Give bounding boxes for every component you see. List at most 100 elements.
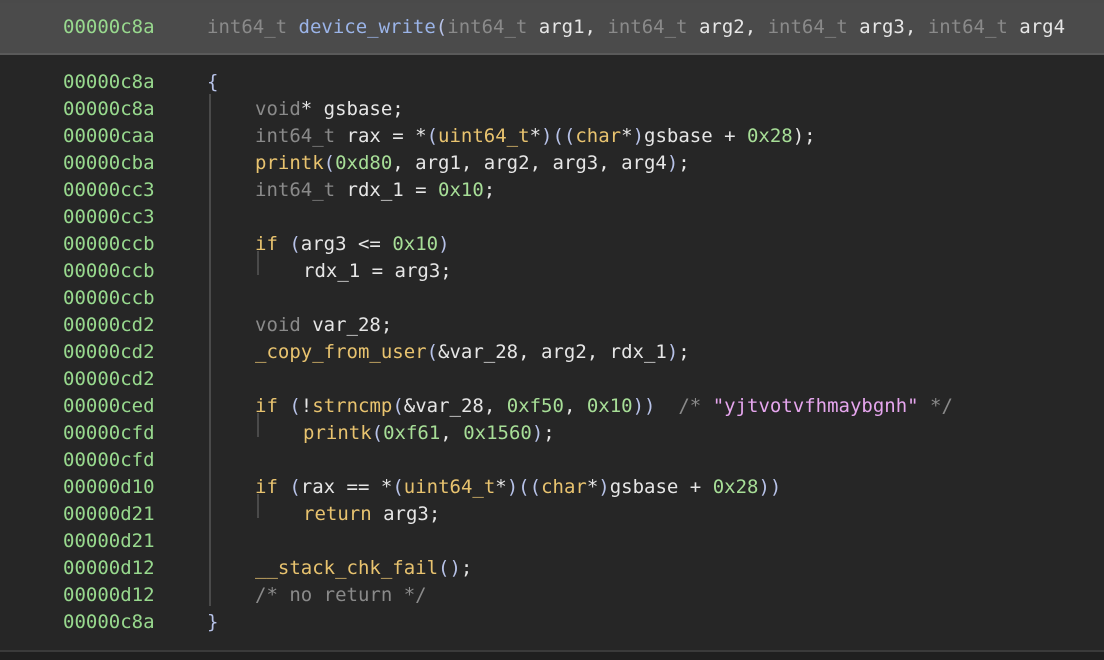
- code-token-punc[interactable]: )((: [507, 476, 541, 498]
- code-token-plain[interactable]: ,: [745, 16, 768, 38]
- code-line[interactable]: 00000d12 __stack_chk_fail();: [0, 555, 1104, 582]
- code-token-plain[interactable]: ,: [905, 16, 928, 38]
- code-line[interactable]: 00000ccb rdx_1 = arg3;: [0, 258, 1104, 285]
- code-token-num[interactable]: 0x1560: [463, 422, 532, 444]
- code-token-num[interactable]: 0x10: [438, 179, 484, 201]
- code-token-plain[interactable]: ,: [440, 422, 463, 444]
- code-line[interactable]: 00000cc3 int64_t rdx_1 = 0x10;: [0, 177, 1104, 204]
- code-token-plain[interactable]: );: [793, 125, 816, 147]
- code-line[interactable]: 00000c8a}: [0, 609, 1104, 636]
- code-token-plain[interactable]: ,: [564, 395, 587, 417]
- line-address[interactable]: 00000cd2: [63, 339, 155, 366]
- line-address[interactable]: 00000d21: [63, 528, 155, 555]
- code-token-plain[interactable]: ,: [585, 16, 608, 38]
- code-line[interactable]: 00000ccb if (arg3 <= 0x10): [0, 231, 1104, 258]
- header-address[interactable]: 00000c8a: [63, 16, 155, 38]
- line-code[interactable]: void* gsbase;: [255, 96, 404, 123]
- code-token-kw[interactable]: char: [575, 125, 621, 147]
- code-token-kw[interactable]: uint64_t: [438, 125, 530, 147]
- code-token-punc[interactable]: )): [633, 395, 656, 417]
- line-address[interactable]: 00000d10: [63, 474, 155, 501]
- code-token-plain[interactable]: ;: [461, 557, 472, 579]
- line-address[interactable]: 00000d12: [63, 555, 155, 582]
- code-token-plain[interactable]: !: [301, 395, 312, 417]
- code-token-punc[interactable]: )): [758, 476, 781, 498]
- code-token-plain[interactable]: arg3;: [372, 503, 440, 525]
- code-token-plain[interactable]: *: [495, 476, 506, 498]
- code-token-punc[interactable]: ): [667, 152, 678, 174]
- code-token-type[interactable]: int64_t: [607, 16, 699, 38]
- code-token-punc[interactable]: ): [438, 233, 449, 255]
- line-code[interactable]: }: [207, 609, 218, 636]
- code-line[interactable]: 00000ccb: [0, 285, 1104, 312]
- code-token-punc[interactable]: (: [324, 152, 335, 174]
- code-token-kw[interactable]: if: [255, 233, 278, 255]
- line-code[interactable]: {: [207, 69, 218, 96]
- code-token-num[interactable]: 0xd80: [335, 152, 392, 174]
- line-address[interactable]: 00000ced: [63, 393, 155, 420]
- code-token-num[interactable]: 0x10: [392, 233, 438, 255]
- code-line[interactable]: 00000cd2: [0, 366, 1104, 393]
- function-signature[interactable]: int64_t device_write(int64_t arg1, int64…: [207, 16, 1065, 38]
- code-token-plain[interactable]: [278, 233, 289, 255]
- code-token-plain[interactable]: , arg1, arg2, arg3, arg4: [392, 152, 667, 174]
- code-token-num[interactable]: 0x10: [587, 395, 633, 417]
- code-token-punc[interactable]: )((: [541, 125, 575, 147]
- code-token-punc[interactable]: (: [289, 233, 300, 255]
- line-code[interactable]: printk(0xf61, 0x1560);: [303, 420, 555, 447]
- line-code[interactable]: if (arg3 <= 0x10): [255, 231, 450, 258]
- line-code[interactable]: __stack_chk_fail();: [255, 555, 472, 582]
- line-code[interactable]: _copy_from_user(&var_28, arg2, rdx_1);: [255, 339, 690, 366]
- line-address[interactable]: 00000cfd: [63, 420, 155, 447]
- line-address[interactable]: 00000caa: [63, 123, 155, 150]
- code-token-punc[interactable]: ): [532, 422, 543, 444]
- code-token-fn-y[interactable]: printk: [303, 422, 372, 444]
- code-token-kw[interactable]: if: [255, 395, 278, 417]
- code-token-plain[interactable]: * gsbase;: [301, 98, 404, 120]
- code-token-plain[interactable]: arg2: [699, 16, 745, 38]
- code-token-punc[interactable]: (: [289, 395, 300, 417]
- line-code[interactable]: if (rax == *(uint64_t*)((char*)gsbase + …: [255, 474, 781, 501]
- code-token-plain[interactable]: var_28;: [301, 314, 392, 336]
- code-token-punc[interactable]: (: [427, 125, 438, 147]
- code-token-plain[interactable]: *: [530, 125, 541, 147]
- code-token-fn[interactable]: device_write: [299, 16, 436, 38]
- line-address[interactable]: 00000d12: [63, 582, 155, 609]
- line-code[interactable]: int64_t rdx_1 = 0x10;: [255, 177, 495, 204]
- code-line[interactable]: 00000d21 return arg3;: [0, 501, 1104, 528]
- code-token-plain[interactable]: &var_28,: [404, 395, 507, 417]
- line-code[interactable]: int64_t rax = *(uint64_t*)((char*)gsbase…: [255, 123, 816, 150]
- line-address[interactable]: 00000cc3: [63, 177, 155, 204]
- code-token-cmt[interactable]: /* no return */: [255, 584, 427, 606]
- code-line[interactable]: 00000cd2 _copy_from_user(&var_28, arg2, r…: [0, 339, 1104, 366]
- line-address[interactable]: 00000d21: [63, 501, 155, 528]
- code-token-punc[interactable]: ): [598, 476, 609, 498]
- code-token-plain[interactable]: ;: [678, 341, 689, 363]
- code-token-fn-y[interactable]: _copy_from_user: [255, 341, 427, 363]
- code-token-plain[interactable]: [278, 476, 289, 498]
- code-token-type[interactable]: int64_t: [207, 16, 299, 38]
- code-token-fn-y[interactable]: strncmp: [312, 395, 392, 417]
- code-token-plain[interactable]: rdx_1 =: [335, 179, 438, 201]
- code-line[interactable]: 00000d21: [0, 528, 1104, 555]
- code-token-type[interactable]: void: [255, 314, 301, 336]
- code-token-plain[interactable]: *: [621, 125, 632, 147]
- code-token-punc[interactable]: (: [289, 476, 300, 498]
- code-token-plain[interactable]: arg3: [859, 16, 905, 38]
- line-code[interactable]: void var_28;: [255, 312, 392, 339]
- line-address[interactable]: 00000cd2: [63, 312, 155, 339]
- code-token-num[interactable]: 0xf61: [383, 422, 440, 444]
- line-code[interactable]: rdx_1 = arg3;: [303, 258, 452, 285]
- line-address[interactable]: 00000cba: [63, 150, 155, 177]
- code-line[interactable]: 00000caa int64_t rax = *(uint64_t*)((char…: [0, 123, 1104, 150]
- code-token-type[interactable]: int64_t: [255, 125, 335, 147]
- code-line[interactable]: 00000cd2 void var_28;: [0, 312, 1104, 339]
- code-token-num[interactable]: 0x28: [713, 476, 759, 498]
- line-address[interactable]: 00000cc3: [63, 204, 155, 231]
- code-token-plain[interactable]: ;: [543, 422, 554, 444]
- function-header-bar[interactable]: 00000c8a int64_t device_write(int64_t ar…: [0, 3, 1104, 55]
- code-token-cmt[interactable]: */: [919, 395, 953, 417]
- code-line[interactable]: 00000cfd: [0, 447, 1104, 474]
- code-token-punc[interactable]: (: [392, 395, 403, 417]
- line-code[interactable]: if (!strncmp(&var_28, 0xf50, 0x10)) /* "…: [255, 393, 953, 420]
